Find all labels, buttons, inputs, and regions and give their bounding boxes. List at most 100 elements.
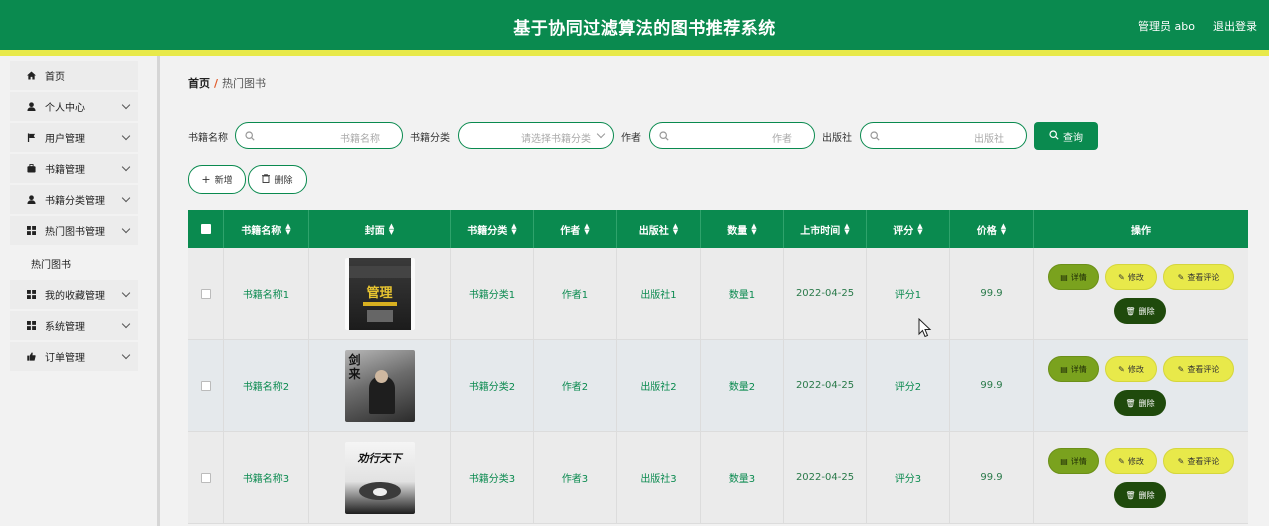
row-delete-button[interactable]: 🗑 删除 xyxy=(1114,298,1166,324)
view-reviews-button[interactable]: ✎ 查看评论 xyxy=(1163,448,1234,474)
column-header-label: 操作 xyxy=(1131,225,1151,237)
edit-button[interactable]: ✎ 修改 xyxy=(1105,448,1157,474)
detail-button[interactable]: ▤ 详情 xyxy=(1048,356,1099,382)
chevron-down-icon xyxy=(596,129,606,139)
sidebar-item-label: 书籍管理 xyxy=(45,165,85,176)
sidebar-divider xyxy=(157,56,160,526)
detail-button[interactable]: ▤ 详情 xyxy=(1048,264,1099,290)
book-name-label: 书籍名称 xyxy=(188,133,228,144)
pencil-icon: ✎ xyxy=(1177,272,1185,282)
search-icon xyxy=(659,131,669,144)
view-reviews-label: 查看评论 xyxy=(1187,456,1220,466)
view-reviews-button[interactable]: ✎ 查看评论 xyxy=(1163,356,1234,382)
sidebar-item-users[interactable]: 用户管理 xyxy=(10,123,138,152)
sidebar-item-label: 订单管理 xyxy=(45,353,85,364)
column-header-cover[interactable]: 封面 ▲ ▼ xyxy=(309,210,451,248)
row-checkbox[interactable] xyxy=(200,380,211,391)
grid-icon xyxy=(27,226,36,235)
book-name-input[interactable]: 书籍名称 xyxy=(235,122,403,149)
sidebar-item-favorites[interactable]: 我的收藏管理 xyxy=(10,280,138,309)
add-button-label: 新增 xyxy=(214,176,233,186)
sidebar-item-profile[interactable]: 个人中心 xyxy=(10,92,138,121)
cover-title: 管理 xyxy=(366,285,393,301)
grid-icon xyxy=(27,321,36,330)
row-checkbox[interactable] xyxy=(200,288,211,299)
cover-cell: 劝行天下 xyxy=(309,432,451,523)
book-cover-image: 劝行天下 xyxy=(344,441,415,514)
category-select[interactable]: 请选择书籍分类 xyxy=(458,122,614,149)
detail-button-label: 详情 xyxy=(1070,456,1087,466)
rating-cell: 评分3 xyxy=(867,432,950,523)
sidebar-item-home[interactable]: 首页 xyxy=(10,61,138,90)
column-header-book-name[interactable]: 书籍名称 ▲ ▼ xyxy=(224,210,309,248)
sidebar-subitem-popular-books[interactable]: 热门图书 xyxy=(10,249,138,278)
column-header-quantity[interactable]: 数量 ▲ ▼ xyxy=(701,210,784,248)
category-cell: 书籍分类1 xyxy=(451,248,534,339)
column-header-author[interactable]: 作者 ▲ ▼ xyxy=(534,210,617,248)
edit-button[interactable]: ✎ 修改 xyxy=(1105,264,1157,290)
author-placeholder: 作者 xyxy=(772,134,792,145)
book-name-cell: 书籍名称1 xyxy=(224,248,309,339)
table-header: 书籍名称 ▲ ▼ 封面 ▲ ▼ 书籍分类 ▲ ▼ 作者 ▲ ▼ 出版社 ▲ ▼ 数量 ▲ ▼ 上市时间 ▲… xyxy=(188,210,1248,248)
sort-icon: ▲ ▼ xyxy=(672,222,679,236)
actions-cell xyxy=(1034,432,1248,523)
row-delete-button[interactable]: 🗑 删除 xyxy=(1114,482,1166,508)
column-header-rating[interactable]: 评分 ▲ ▼ xyxy=(867,210,950,248)
sidebar-item-orders[interactable]: 订单管理 xyxy=(10,342,138,371)
chevron-down-icon xyxy=(121,350,131,360)
user-icon xyxy=(27,195,36,204)
column-header-category[interactable]: 书籍分类 ▲ ▼ xyxy=(451,210,534,248)
sidebar-item-books[interactable]: 书籍管理 xyxy=(10,154,138,183)
column-header-publisher[interactable]: 出版社 ▲ ▼ xyxy=(617,210,701,248)
view-reviews-button[interactable]: ✎ 查看评论 xyxy=(1163,264,1234,290)
cover-cell: 管理 xyxy=(309,248,451,339)
add-button[interactable]: + 新增 xyxy=(188,165,246,194)
logout-link[interactable]: 退出登录 xyxy=(1213,18,1257,34)
sidebar: 首页 个人中心 用户管理 书籍管理 书籍分类管理 热门图书管理 热门图书 我的收… xyxy=(0,56,157,526)
release-date-cell: 2022-04-25 xyxy=(784,248,867,339)
delete-button[interactable]: 删除 xyxy=(248,165,307,194)
column-header-label: 作者 xyxy=(560,225,581,237)
sidebar-item-popular-books-mgmt[interactable]: 热门图书管理 xyxy=(10,216,138,245)
view-reviews-label: 查看评论 xyxy=(1187,272,1220,282)
column-header-release-date[interactable]: 上市时间 ▲ ▼ xyxy=(784,210,867,248)
actions-cell xyxy=(1034,248,1248,339)
sort-icon: ▲ ▼ xyxy=(844,222,850,236)
chevron-down-icon xyxy=(121,193,131,203)
select-all-cell xyxy=(188,210,224,248)
edit-button-label: 修改 xyxy=(1127,364,1144,374)
select-all-checkbox[interactable] xyxy=(200,224,211,234)
book-name-cell: 书籍名称2 xyxy=(224,340,309,431)
sidebar-item-label: 用户管理 xyxy=(45,134,85,145)
sidebar-item-label: 首页 xyxy=(45,72,65,83)
column-header-label: 价格 xyxy=(976,225,997,237)
chevron-down-icon xyxy=(121,288,131,298)
column-header-price[interactable]: 价格 ▲ ▼ xyxy=(950,210,1034,248)
publisher-input[interactable]: 出版社 xyxy=(860,122,1027,149)
row-checkbox[interactable] xyxy=(200,472,211,483)
sidebar-item-book-categories[interactable]: 书籍分类管理 xyxy=(10,185,138,214)
top-bar: 基于协同过滤算法的图书推荐系统 管理员 abo 退出登录 xyxy=(0,0,1269,50)
author-cell: 作者2 xyxy=(534,340,617,431)
price-cell: 99.9 xyxy=(950,248,1034,339)
row-delete-button[interactable]: 🗑 删除 xyxy=(1114,390,1166,416)
actions-cell xyxy=(1034,340,1248,431)
search-button[interactable]: 查询 xyxy=(1034,122,1098,150)
user-icon xyxy=(27,102,36,111)
sort-icon: ▲ ▼ xyxy=(584,222,590,236)
flag-icon xyxy=(27,133,36,142)
pencil-icon: ✎ xyxy=(1118,364,1125,374)
breadcrumb-home[interactable]: 首页 xyxy=(188,77,210,90)
author-input[interactable]: 作者 xyxy=(649,122,815,149)
edit-button[interactable]: ✎ 修改 xyxy=(1105,356,1157,382)
book-cover-image: 管理 xyxy=(344,257,415,330)
document-icon: ▤ xyxy=(1060,364,1068,374)
quantity-cell: 数量1 xyxy=(701,248,784,339)
pencil-icon: ✎ xyxy=(1118,272,1125,282)
sort-icon: ▲ ▼ xyxy=(1000,222,1007,236)
thumbs-up-icon xyxy=(27,352,36,361)
sidebar-item-system[interactable]: 系统管理 xyxy=(10,311,138,340)
trash-icon: 🗑 xyxy=(1125,306,1136,316)
trash-icon: 🗑 xyxy=(1125,398,1136,408)
detail-button[interactable]: ▤ 详情 xyxy=(1048,448,1099,474)
